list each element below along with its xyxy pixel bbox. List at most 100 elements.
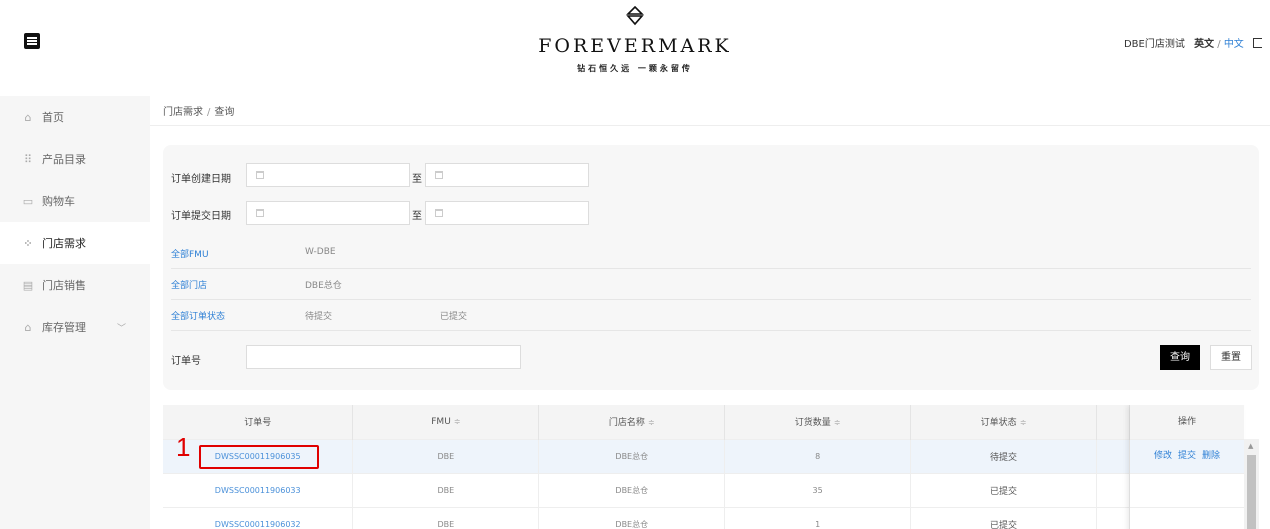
sort-icon[interactable]: ≑ — [1020, 418, 1027, 427]
brand-logo[interactable]: FOREVERMARK 钻石恒久远 一颗永留传 — [520, 6, 750, 74]
order-no-link[interactable]: DWSSC00011906032 — [163, 506, 354, 529]
store-cell: DBE总仓 — [538, 438, 726, 473]
list-icon: ▤ — [22, 278, 34, 292]
column-header-status[interactable]: 订单状态 ≑ — [910, 405, 1097, 439]
status-option-pending[interactable]: 待提交 — [305, 309, 332, 322]
user-area: DBE门店测试 英文 / 中文 — [1124, 35, 1262, 50]
status-all-filter[interactable]: 全部订单状态 — [171, 309, 225, 322]
fmu-cell: DBE — [352, 438, 540, 473]
column-header-label: 订单号 — [244, 418, 272, 429]
divider — [171, 268, 1251, 269]
submit-date-start-input[interactable] — [246, 201, 410, 225]
column-header-spacer — [1096, 405, 1131, 439]
search-button[interactable]: 查询 — [1160, 345, 1200, 370]
annotation-number: 1 — [176, 432, 191, 462]
lang-zh-link[interactable]: 中文 — [1224, 39, 1244, 50]
scroll-thumb[interactable] — [1247, 455, 1256, 529]
home-icon: ⌂ — [24, 110, 32, 124]
table-row[interactable]: DWSSC00011906033 DBE DBE总仓 35 已提交 — [163, 472, 1131, 507]
create-date-start-input[interactable] — [246, 163, 410, 187]
column-header-label: 订单状态 — [980, 418, 1017, 429]
submit-date-label: 订单提交日期 — [171, 211, 231, 222]
fmu-option[interactable]: W-DBE — [305, 247, 336, 257]
store-all-filter[interactable]: 全部门店 — [171, 278, 207, 291]
lang-separator: / — [1217, 39, 1221, 50]
edit-link[interactable]: 修改 — [1154, 451, 1172, 461]
column-header-label: FMU — [431, 416, 451, 427]
logout-icon[interactable] — [1253, 38, 1262, 48]
sidebar-item-catalog[interactable]: ⠿ 产品目录 — [0, 138, 150, 180]
sidebar-item-store-sales[interactable]: ▤ 门店销售 — [0, 264, 150, 306]
fmu-cell: DBE — [352, 506, 540, 529]
create-date-label: 订单创建日期 — [171, 174, 231, 185]
sidebar-item-label: 库存管理 — [42, 321, 86, 334]
qty-cell: 35 — [724, 472, 912, 507]
store-option[interactable]: DBE总仓 — [305, 278, 342, 291]
annotation-highlight-box — [199, 445, 319, 469]
operations-cell: 修改 提交 删除 — [1130, 439, 1244, 473]
calendar-icon — [435, 209, 443, 217]
top-header: FOREVERMARK 钻石恒久远 一颗永留传 DBE门店测试 英文 / 中文 — [0, 0, 1270, 96]
column-header-store[interactable]: 门店名称 ≑ — [538, 405, 726, 439]
filter-panel: 订单创建日期 至 订单提交日期 至 全部FMU W-DBE 全部门店 DBE总仓… — [163, 145, 1259, 390]
table-row[interactable]: DWSSC00011906032 DBE DBE总仓 1 已提交 — [163, 506, 1131, 529]
sidebar-item-label: 产品目录 — [42, 153, 86, 166]
cart-icon: ▭ — [22, 194, 34, 208]
operations-header: 操作 — [1130, 405, 1244, 439]
operations-cell — [1130, 473, 1244, 507]
sidebar-item-label: 门店需求 — [42, 237, 86, 250]
status-option-submitted[interactable]: 已提交 — [440, 309, 467, 322]
divider — [150, 125, 1270, 126]
sidebar-item-label: 门店销售 — [42, 279, 86, 292]
calendar-icon — [435, 171, 443, 179]
breadcrumb-current: 查询 — [214, 107, 235, 118]
divider — [171, 299, 1251, 300]
sidebar-item-store-demand[interactable]: ⁘ 门店需求 — [0, 222, 150, 264]
operations-cell — [1130, 507, 1244, 529]
column-header-fmu[interactable]: FMU ≑ — [352, 405, 540, 439]
order-no-input[interactable] — [246, 345, 521, 369]
user-name: DBE门店测试 — [1123, 39, 1185, 50]
warehouse-icon: ⌂ — [24, 320, 32, 334]
brand-tagline: 钻石恒久远 一颗永留传 — [577, 64, 693, 73]
submit-date-to-label: 至 — [412, 211, 422, 222]
apps-icon: ⁘ — [23, 236, 33, 250]
reset-button[interactable]: 重置 — [1210, 345, 1252, 370]
sidebar-item-label: 购物车 — [42, 195, 75, 208]
breadcrumb-separator: / — [207, 107, 211, 118]
spacer-cell — [1096, 438, 1131, 473]
create-date-to-label: 至 — [412, 174, 422, 185]
column-header-label: 订货数量 — [794, 418, 831, 429]
submit-date-end-input[interactable] — [425, 201, 589, 225]
sort-icon[interactable]: ≑ — [648, 418, 655, 427]
store-cell: DBE总仓 — [538, 472, 726, 507]
sidebar-item-home[interactable]: ⌂ 首页 — [0, 96, 150, 138]
sort-icon[interactable]: ≑ — [454, 417, 461, 426]
breadcrumb-parent[interactable]: 门店需求 — [163, 107, 203, 118]
grid-icon: ⠿ — [23, 152, 33, 166]
table-header-row: 订单号 FMU ≑ 门店名称 ≑ 订货数量 ≑ 订单状态 ≑ — [163, 405, 1131, 439]
calendar-icon — [256, 171, 264, 179]
status-cell: 已提交 — [910, 472, 1097, 507]
submit-link[interactable]: 提交 — [1178, 451, 1196, 461]
sidebar-item-inventory[interactable]: ⌂ 库存管理 ﹀ — [0, 306, 150, 348]
column-header-qty[interactable]: 订货数量 ≑ — [724, 405, 912, 439]
spacer-cell — [1096, 506, 1131, 529]
fmu-all-filter[interactable]: 全部FMU — [171, 247, 209, 260]
sidebar-item-label: 首页 — [42, 111, 64, 124]
qty-cell: 1 — [724, 506, 912, 529]
lang-en-link[interactable]: 英文 — [1194, 39, 1214, 50]
status-cell: 待提交 — [910, 438, 1097, 473]
status-cell: 已提交 — [910, 506, 1097, 529]
column-header-order-no[interactable]: 订单号 — [163, 405, 354, 439]
create-date-end-input[interactable] — [425, 163, 589, 187]
scroll-up-icon[interactable]: ▲ — [1248, 442, 1253, 450]
table-scrollbar[interactable]: ▲ — [1244, 439, 1259, 529]
delete-link[interactable]: 删除 — [1202, 451, 1220, 461]
fmu-cell: DBE — [352, 472, 540, 507]
menu-icon[interactable] — [24, 33, 40, 49]
sort-icon[interactable]: ≑ — [834, 418, 841, 427]
store-cell: DBE总仓 — [538, 506, 726, 529]
sidebar-item-cart[interactable]: ▭ 购物车 — [0, 180, 150, 222]
order-no-link[interactable]: DWSSC00011906033 — [163, 472, 354, 507]
